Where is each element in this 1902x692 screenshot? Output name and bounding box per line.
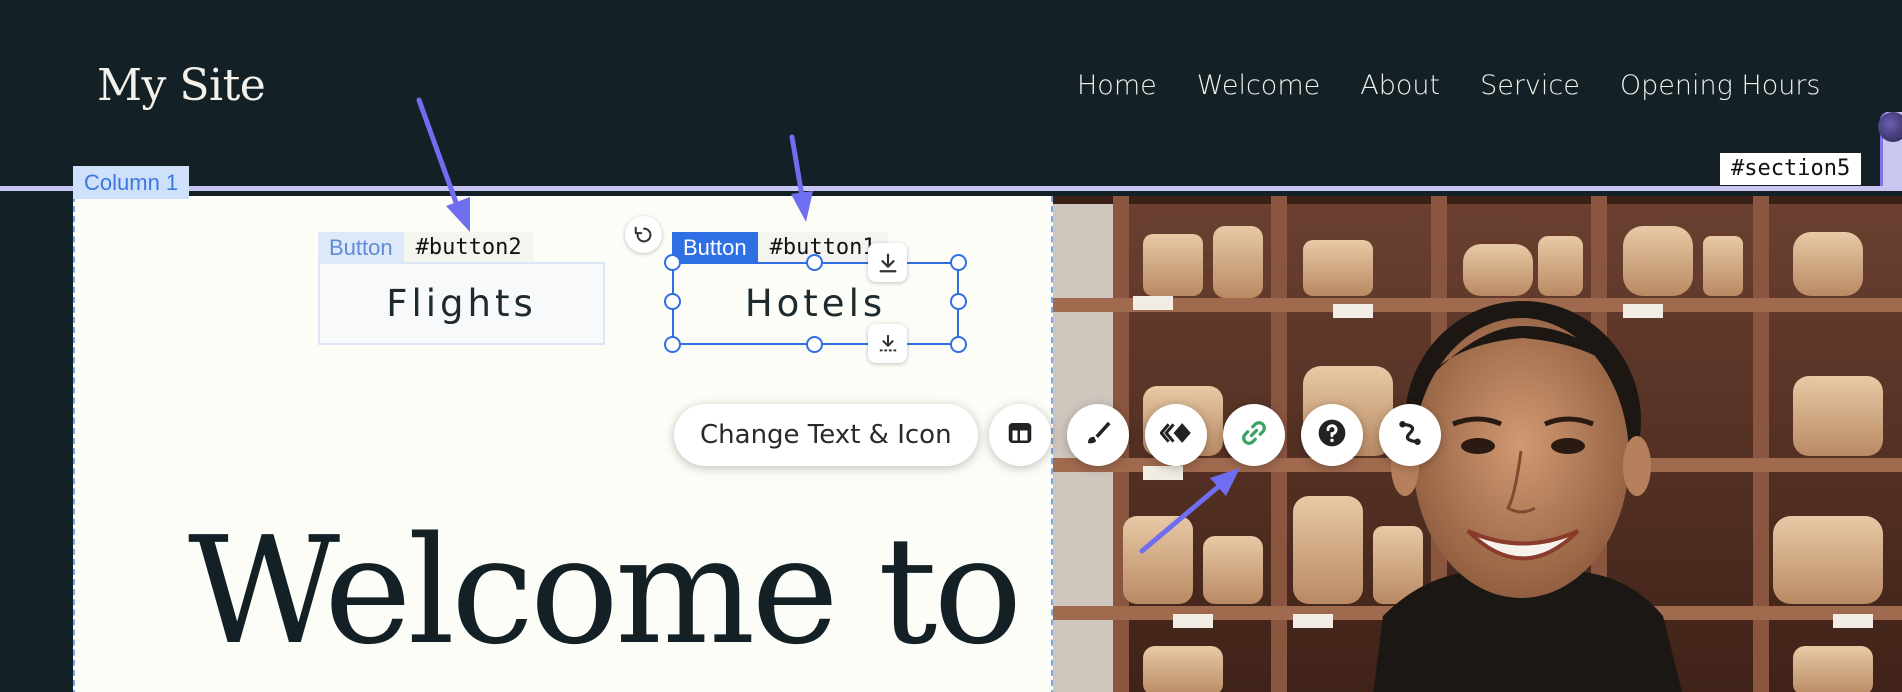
stretch-down-icon[interactable] bbox=[868, 243, 907, 282]
dock-bottom-icon[interactable] bbox=[868, 324, 907, 363]
resize-handle-top-left[interactable] bbox=[664, 254, 681, 271]
nav-item-service[interactable]: Service bbox=[1480, 70, 1580, 101]
button2-type-tag: Button bbox=[318, 232, 404, 264]
nav-item-opening-hours[interactable]: Opening Hours bbox=[1620, 70, 1821, 101]
hotels-button[interactable]: Hotels bbox=[672, 262, 959, 345]
layout-button[interactable] bbox=[989, 404, 1051, 466]
animation-icon bbox=[1159, 418, 1192, 453]
button2-id-tag: #button2 bbox=[403, 232, 534, 264]
button2-tag: Button #button2 bbox=[318, 232, 534, 264]
connect-icon bbox=[1395, 418, 1425, 453]
section-id-tag[interactable]: #section5 bbox=[1720, 153, 1862, 185]
layout-icon bbox=[1005, 418, 1035, 453]
design-button[interactable] bbox=[1067, 404, 1129, 466]
section-boundary-line bbox=[0, 186, 1902, 191]
flights-button[interactable]: Flights bbox=[318, 262, 605, 345]
design-brush-icon bbox=[1083, 418, 1113, 453]
site-title[interactable]: My Site bbox=[97, 60, 266, 111]
resize-handle-left[interactable] bbox=[664, 293, 681, 310]
resize-handle-right[interactable] bbox=[950, 293, 967, 310]
button1-tag: Button #button1 bbox=[672, 232, 888, 264]
nav-item-welcome[interactable]: Welcome bbox=[1197, 70, 1321, 101]
button1-type-tag: Button bbox=[672, 232, 758, 264]
help-button[interactable] bbox=[1301, 404, 1363, 466]
resize-handle-bottom-left[interactable] bbox=[664, 336, 681, 353]
link-icon bbox=[1239, 418, 1269, 453]
link-button[interactable] bbox=[1223, 404, 1285, 466]
nav-item-home[interactable]: Home bbox=[1077, 70, 1157, 101]
main-nav: Home Welcome About Service Opening Hours bbox=[1077, 70, 1821, 101]
animation-button[interactable] bbox=[1145, 404, 1207, 466]
column-tag[interactable]: Column 1 bbox=[73, 166, 190, 199]
change-text-icon-button[interactable]: Change Text & Icon bbox=[674, 404, 978, 466]
connect-button[interactable] bbox=[1379, 404, 1441, 466]
resize-handle-bottom[interactable] bbox=[806, 336, 823, 353]
site-header: My Site Home Welcome About Service Openi… bbox=[0, 0, 1902, 186]
resize-handle-top-right[interactable] bbox=[950, 254, 967, 271]
nav-item-about[interactable]: About bbox=[1360, 70, 1440, 101]
rotate-icon[interactable] bbox=[625, 216, 662, 253]
resize-handle-top[interactable] bbox=[806, 254, 823, 271]
resize-handle-bottom-right[interactable] bbox=[950, 336, 967, 353]
help-icon bbox=[1316, 417, 1348, 454]
avatar[interactable] bbox=[1878, 112, 1902, 142]
hero-heading[interactable]: Welcome to bbox=[188, 505, 1023, 677]
